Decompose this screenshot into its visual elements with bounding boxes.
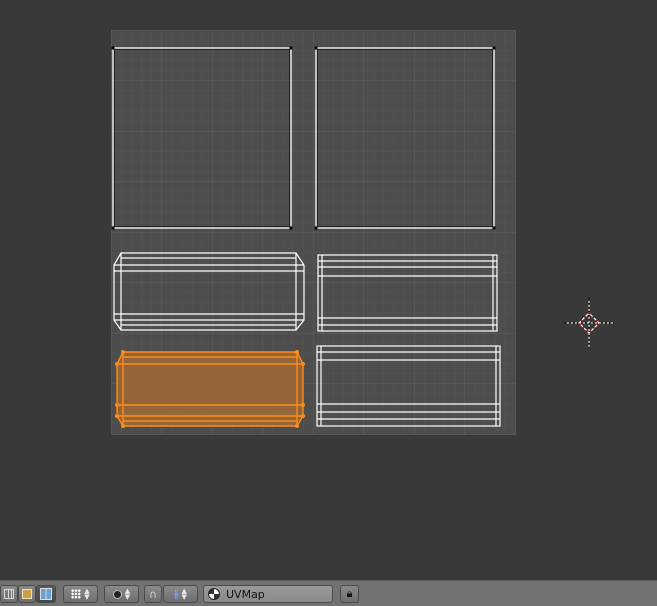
uv-map-selector[interactable]: UVMap bbox=[203, 585, 333, 603]
dropdown-arrows-icon: ▲ ▼ bbox=[181, 587, 187, 601]
uv-map-icon bbox=[208, 588, 220, 600]
snap-magnet-icon: ∩ bbox=[148, 587, 158, 601]
pivot-point-dropdown[interactable]: ▲ ▼ bbox=[63, 585, 98, 603]
split-view-icon[interactable] bbox=[36, 585, 56, 603]
dropdown-arrows-icon: ▲ ▼ bbox=[124, 587, 131, 601]
uv-editor-header: ▲ ▼ ▲ ▼ ∩ ⫳ ▲ ▼ UVMap 🔒︎ bbox=[0, 580, 657, 606]
grid-view-icon[interactable] bbox=[0, 585, 18, 603]
lock-icon: 🔒︎ bbox=[346, 587, 353, 600]
uv-editor-viewport[interactable] bbox=[0, 0, 657, 580]
uv-mirror-icon: ⫳ bbox=[174, 587, 179, 600]
uv-canvas[interactable] bbox=[0, 0, 657, 580]
uv-island-bottom-left-selected[interactable] bbox=[115, 350, 305, 428]
uv-mirror-dropdown[interactable]: ⫳ ▲ ▼ bbox=[163, 585, 198, 603]
dropdown-arrows-icon: ▲ ▼ bbox=[84, 587, 90, 601]
2d-cursor-icon[interactable] bbox=[564, 298, 614, 348]
uv-map-label: UVMap bbox=[226, 587, 265, 601]
proportional-edit-dropdown[interactable]: ▲ ▼ bbox=[104, 585, 139, 603]
image-view-icon[interactable] bbox=[18, 585, 36, 603]
snap-toggle[interactable]: ∩ bbox=[144, 585, 162, 603]
lock-button[interactable]: 🔒︎ bbox=[340, 585, 359, 603]
pivot-point-icon bbox=[71, 589, 82, 599]
proportional-edit-icon bbox=[112, 589, 122, 599]
